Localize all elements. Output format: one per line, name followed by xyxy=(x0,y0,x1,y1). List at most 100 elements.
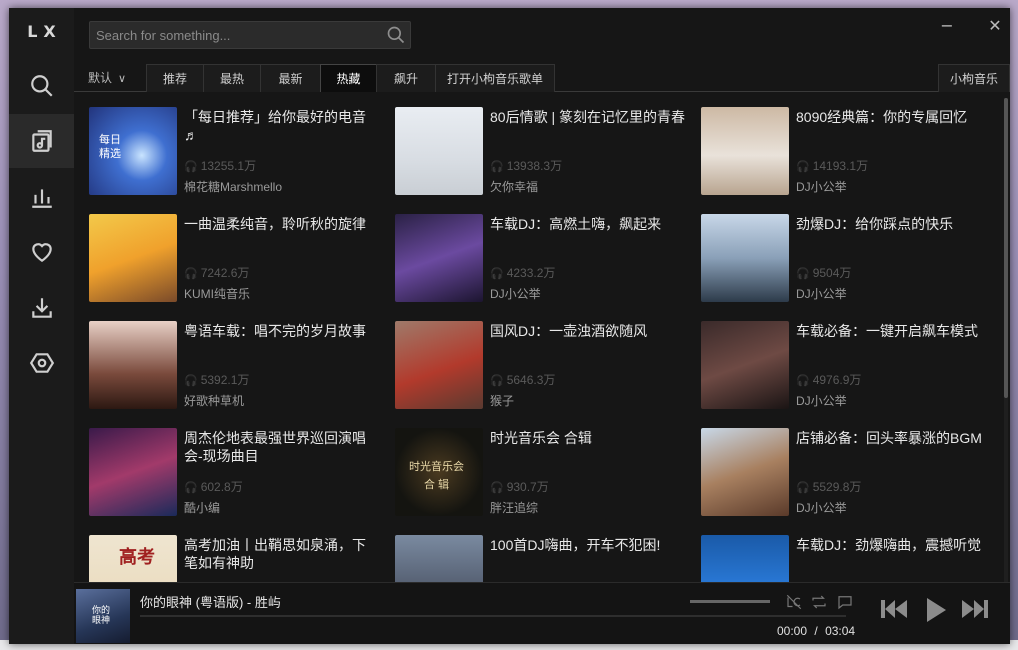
playlist-play-count-value: 13938.3万 xyxy=(506,159,563,173)
playlist-cover[interactable] xyxy=(701,321,789,409)
sidebar: LX xyxy=(9,8,74,644)
playlist-title[interactable]: 粤语车载：唱不完的岁月故事 xyxy=(184,322,379,340)
playlist-cover[interactable] xyxy=(89,321,177,409)
next-button[interactable] xyxy=(960,597,990,626)
playlist-cover[interactable] xyxy=(395,321,483,409)
sidebar-item-favorites[interactable] xyxy=(9,225,74,279)
tab-recommend[interactable]: 推荐 xyxy=(146,64,203,92)
volume-slider[interactable] xyxy=(690,600,770,603)
playlist-author[interactable]: 欠你幸福 xyxy=(490,178,538,195)
playlist-play-count: 🎧 13255.1万 xyxy=(184,157,256,174)
play-button[interactable] xyxy=(924,597,948,628)
playlist-author[interactable]: 猴子 xyxy=(490,392,514,409)
headphones-icon: 🎧 xyxy=(490,268,504,280)
playlist-title[interactable]: 劲爆DJ：给你踩点的快乐 xyxy=(796,215,991,233)
playlist-play-count-value: 13255.1万 xyxy=(200,159,257,173)
tab-hot-collect[interactable]: 热藏 xyxy=(320,64,376,92)
scrollbar-thumb[interactable] xyxy=(1004,98,1008,398)
playlist-title[interactable]: 国风DJ：一壶浊酒欲随风 xyxy=(490,322,685,340)
playlist-play-count: 🎧 602.8万 xyxy=(184,478,243,495)
source-selector[interactable]: 小枸音乐 xyxy=(938,64,1010,92)
close-button[interactable]: ✕ xyxy=(984,16,1006,36)
prev-button[interactable] xyxy=(879,597,909,626)
playlist-card[interactable]: 一曲温柔纯音，聆听秋的旋律 🎧 7242.6万 KUMI纯音乐 xyxy=(89,214,381,314)
playlist-cover[interactable] xyxy=(89,214,177,302)
playlist-title[interactable]: 周杰伦地表最强世界巡回演唱会-现场曲目 xyxy=(184,429,379,465)
search-icon xyxy=(387,26,405,44)
sidebar-item-songlist[interactable] xyxy=(9,114,74,168)
sidebar-item-search[interactable] xyxy=(9,59,74,113)
playlist-author[interactable]: 好歌种草机 xyxy=(184,392,244,409)
add-to-list-button[interactable] xyxy=(836,593,854,611)
playlist-cover[interactable] xyxy=(701,535,789,582)
progress-bar[interactable] xyxy=(140,615,846,617)
playlist-author[interactable]: DJ小公举 xyxy=(796,178,847,195)
playlist-author[interactable]: 棉花糖Marshmello xyxy=(184,178,282,195)
tab-open-songlist[interactable]: 打开小枸音乐歌单 xyxy=(435,64,555,92)
playlist-title[interactable]: 80后情歌 | 篆刻在记忆里的青春 xyxy=(490,108,685,126)
playlist-card[interactable]: 劲爆DJ：给你踩点的快乐 🎧 9504万 DJ小公举 xyxy=(701,214,993,314)
play-mode-toggle[interactable] xyxy=(810,593,828,611)
tab-rising[interactable]: 飙升 xyxy=(376,64,435,92)
playlist-author[interactable]: DJ小公举 xyxy=(796,499,847,516)
playlist-card[interactable]: 100首DJ嗨曲，开车不犯困! xyxy=(395,535,687,582)
playlist-cover[interactable] xyxy=(395,107,483,195)
playlist-card[interactable]: 每日 精选 「每日推荐」给你最好的电音♬ 🎧 13255.1万棉花糖Marshmell… xyxy=(89,107,381,207)
sidebar-item-settings[interactable] xyxy=(9,336,74,390)
sidebar-item-charts[interactable] xyxy=(9,170,74,224)
sort-label: 默认 xyxy=(88,71,113,85)
playlist-title[interactable]: 车载必备：一键开启飙车模式 xyxy=(796,322,991,340)
playlist-card[interactable]: 车载DJ：劲爆嗨曲，震撼听觉 xyxy=(701,535,993,582)
tab-hottest[interactable]: 最热 xyxy=(203,64,260,92)
playlist-author[interactable]: DJ小公举 xyxy=(490,285,541,302)
playlist-cover[interactable]: 每日 精选 xyxy=(89,107,177,195)
playlist-title[interactable]: 车载DJ：劲爆嗨曲，震撼听觉 xyxy=(796,536,991,554)
playlist-card[interactable]: 时光音乐会 合 辑 时光音乐会 合辑 🎧 930.7万 胖汪追综 xyxy=(395,428,687,528)
sidebar-item-download[interactable] xyxy=(9,281,74,335)
playlist-cover[interactable] xyxy=(89,428,177,516)
playlist-title[interactable]: 100首DJ嗨曲，开车不犯困! xyxy=(490,536,685,554)
playlist-card[interactable]: 8090经典篇：你的专属回忆 🎧 14193.1万 DJ小公举 xyxy=(701,107,993,207)
playlist-title[interactable]: 车载DJ：高燃土嗨，飙起来 xyxy=(490,215,685,233)
playlist-cover[interactable] xyxy=(701,214,789,302)
playlist-title[interactable]: 店铺必备：回头率暴涨的BGM xyxy=(796,429,991,447)
playlist-cover[interactable] xyxy=(395,535,483,582)
playlist-title[interactable]: 时光音乐会 合辑 xyxy=(490,429,685,447)
playlist-cover[interactable]: 时光音乐会 合 辑 xyxy=(395,428,483,516)
playlist-cover[interactable] xyxy=(701,107,789,195)
playlist-title[interactable]: 一曲温柔纯音，聆听秋的旋律 xyxy=(184,215,379,233)
settings-icon xyxy=(29,353,54,373)
playlist-title[interactable]: 高考加油丨出鞘思如泉涌，下笔如有神助 xyxy=(184,536,379,572)
playlist-card[interactable]: 车载必备：一键开启飙车模式 🎧 4976.9万 DJ小公举 xyxy=(701,321,993,421)
playlist-author[interactable]: DJ小公举 xyxy=(796,285,847,302)
now-playing-cover[interactable]: 你的 眼神 xyxy=(76,589,130,643)
playlist-author[interactable]: 胖汪追综 xyxy=(490,499,538,516)
scrollbar[interactable] xyxy=(1004,98,1008,582)
minimize-button[interactable]: − xyxy=(936,16,958,36)
playlist-author[interactable]: KUMI纯音乐 xyxy=(184,285,250,302)
playlist-play-count-value: 5529.8万 xyxy=(812,480,862,494)
playlist-card[interactable]: 80后情歌 | 篆刻在记忆里的青春 🎧 13938.3万欠你幸福 xyxy=(395,107,687,207)
playlist-play-count: 🎧 930.7万 xyxy=(490,478,549,495)
playlist-card[interactable]: 车载DJ：高燃土嗨，飙起来 🎧 4233.2万 DJ小公举 xyxy=(395,214,687,314)
playlist-title[interactable]: 「每日推荐」给你最好的电音♬ xyxy=(184,108,379,144)
playlist-card[interactable]: 周杰伦地表最强世界巡回演唱会-现场曲目 🎧 602.8万 酷小编 xyxy=(89,428,381,528)
playlist-cover[interactable] xyxy=(701,428,789,516)
playlist-card[interactable]: 粤语车载：唱不完的岁月故事 🎧 5392.1万 好歌种草机 xyxy=(89,321,381,421)
playlist-cover-text: 每日 精选 xyxy=(99,134,121,160)
playlist-card[interactable]: 高考 高考加油丨出鞘思如泉涌，下笔如有神助 xyxy=(89,535,381,582)
playlist-author[interactable]: 酷小编 xyxy=(184,499,220,516)
sort-dropdown[interactable]: 默认 ∨ xyxy=(74,64,146,92)
playlist-card[interactable]: 国风DJ：一壶浊酒欲随风 🎧 5646.3万 猴子 xyxy=(395,321,687,421)
playlist-author[interactable]: DJ小公举 xyxy=(796,392,847,409)
lyrics-toggle[interactable] xyxy=(785,593,803,611)
headphones-icon: 🎧 xyxy=(490,161,504,173)
tab-newest[interactable]: 最新 xyxy=(260,64,320,92)
search-button[interactable] xyxy=(386,25,406,45)
playlist-card[interactable]: 店铺必备：回头率暴涨的BGM 🎧 5529.8万 DJ小公举 xyxy=(701,428,993,528)
playlist-play-count-value: 4976.9万 xyxy=(812,373,862,387)
playlist-cover[interactable] xyxy=(395,214,483,302)
search-input[interactable] xyxy=(90,22,380,48)
playlist-cover[interactable]: 高考 xyxy=(89,535,177,582)
playlist-title[interactable]: 8090经典篇：你的专属回忆 xyxy=(796,108,991,126)
